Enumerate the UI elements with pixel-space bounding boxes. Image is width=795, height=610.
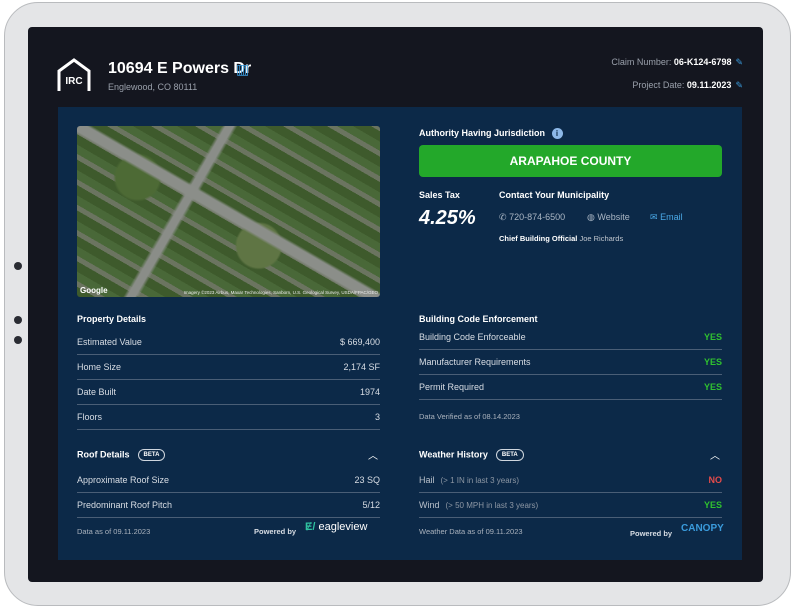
enforcement-title: Building Code Enforcement bbox=[419, 314, 538, 324]
project-date: Project Date: 09.11.2023 ✎ bbox=[632, 80, 743, 91]
detail-row: Estimated Value $ 669,400 bbox=[77, 330, 380, 355]
canopy-logo: CANOPY bbox=[681, 523, 724, 534]
date-label: Project Date: bbox=[632, 80, 685, 90]
row-value: 5/12 bbox=[362, 500, 380, 510]
chevron-up-icon[interactable]: ︿ bbox=[368, 447, 378, 462]
sales-tax-value: 4.25% bbox=[419, 207, 476, 229]
row-label: Building Code Enforceable bbox=[419, 332, 526, 342]
verified-date: Data Verified as of 08.14.2023 bbox=[419, 412, 520, 421]
website-link[interactable]: ◍ Website bbox=[587, 212, 630, 223]
detail-row: Wind (> 50 MPH in last 3 years) YES bbox=[419, 493, 722, 518]
row-label: Approximate Roof Size bbox=[77, 475, 170, 485]
info-icon[interactable]: i bbox=[551, 128, 563, 139]
roof-title: Roof Details BETA bbox=[77, 449, 166, 461]
detail-row: Predominant Roof Pitch 5/12 bbox=[77, 493, 380, 518]
row-value: NO bbox=[708, 475, 723, 485]
row-label: Predominant Roof Pitch bbox=[77, 500, 173, 510]
google-logo: Google bbox=[80, 286, 108, 295]
irc-logo: IRC bbox=[57, 58, 91, 91]
detail-row: Building Code Enforceable YES bbox=[419, 325, 722, 350]
detail-row: Date Built 1974 bbox=[77, 380, 380, 405]
row-value: YES bbox=[703, 382, 722, 392]
row-value: $ 669,400 bbox=[339, 337, 380, 347]
county-button[interactable]: ARAPAHOE COUNTY bbox=[419, 145, 722, 177]
edit-icon[interactable]: ✎ bbox=[735, 80, 743, 90]
phone-link[interactable]: ✆ 720-874-6500 bbox=[499, 212, 565, 223]
row-label: Floors bbox=[77, 412, 103, 422]
edit-icon[interactable]: ✎ bbox=[735, 57, 743, 67]
claim-value: 06-K124-6798 bbox=[673, 57, 732, 67]
detail-row: Hail (> 1 IN in last 3 years) NO bbox=[419, 468, 722, 493]
sensor bbox=[14, 316, 22, 324]
claim-label: Claim Number: bbox=[611, 57, 672, 67]
eagleview-logo: Ɇ/ eagleview bbox=[305, 521, 368, 533]
row-value: 1974 bbox=[359, 387, 380, 397]
weather-data-date: Weather Data as of 09.11.2023 bbox=[419, 527, 523, 536]
mail-icon: ✉ bbox=[650, 212, 658, 222]
row-label: Hail (> 1 IN in last 3 years) bbox=[419, 475, 519, 485]
phone-icon: ✆ bbox=[499, 212, 507, 222]
row-label: Permit Required bbox=[419, 382, 485, 392]
row-value: 23 SQ bbox=[354, 475, 380, 485]
beta-badge: BETA bbox=[137, 449, 166, 461]
detail-row: Permit Required YES bbox=[419, 375, 722, 400]
roof-data-date: Data as of 09.11.2023 bbox=[77, 527, 151, 536]
row-value: YES bbox=[703, 357, 722, 367]
row-value: 3 bbox=[374, 412, 380, 422]
screen: IRC 10694 E Powers Dr ▥ Englewood, CO 80… bbox=[28, 27, 763, 582]
row-value: YES bbox=[703, 332, 722, 342]
powered-by: Powered by bbox=[630, 529, 673, 538]
row-value: YES bbox=[703, 500, 722, 510]
satellite-map[interactable]: Google Imagery ©2023 Airbus, Maxar Techn… bbox=[77, 126, 380, 297]
ahj-label: Authority Having Jurisdiction i bbox=[419, 128, 563, 139]
chevron-up-icon[interactable]: ︿ bbox=[710, 447, 720, 462]
email-link[interactable]: ✉ Email bbox=[650, 212, 683, 223]
camera bbox=[14, 262, 22, 270]
weather-title: Weather History BETA bbox=[419, 449, 524, 461]
svg-text:IRC: IRC bbox=[65, 76, 82, 87]
date-value: 09.11.2023 bbox=[686, 80, 732, 90]
map-attribution: Imagery ©2023 Airbus, Maxar Technologies… bbox=[183, 290, 378, 295]
detail-row: Floors 3 bbox=[77, 405, 380, 430]
sales-tax-label: Sales Tax bbox=[419, 190, 460, 200]
row-label: Estimated Value bbox=[77, 337, 142, 347]
row-label: Home Size bbox=[77, 362, 122, 372]
sensor bbox=[14, 336, 22, 344]
details-panel: Google Imagery ©2023 Airbus, Maxar Techn… bbox=[58, 107, 742, 560]
detail-row: Manufacturer Requirements YES bbox=[419, 350, 722, 375]
contact-label: Contact Your Municipality bbox=[499, 190, 610, 200]
detail-row: Approximate Roof Size 23 SQ bbox=[77, 468, 380, 493]
detail-row: Home Size 2,174 SF bbox=[77, 355, 380, 380]
city: Englewood, CO 80111 bbox=[108, 82, 198, 92]
chief-official: Chief Building Official Joe Richards bbox=[499, 234, 624, 243]
claim-number: Claim Number: 06-K124-6798 ✎ bbox=[611, 57, 743, 68]
address-title: 10694 E Powers Dr bbox=[108, 60, 252, 77]
property-title: Property Details bbox=[77, 314, 147, 324]
beta-badge: BETA bbox=[495, 449, 524, 461]
row-label: Date Built bbox=[77, 387, 117, 397]
powered-by: Powered by bbox=[254, 527, 297, 536]
row-label: Wind (> 50 MPH in last 3 years) bbox=[419, 500, 539, 510]
map-icon[interactable]: ▥ bbox=[236, 61, 249, 78]
row-value: 2,174 SF bbox=[343, 362, 380, 372]
globe-icon: ◍ bbox=[587, 212, 595, 222]
row-label: Manufacturer Requirements bbox=[419, 357, 531, 367]
